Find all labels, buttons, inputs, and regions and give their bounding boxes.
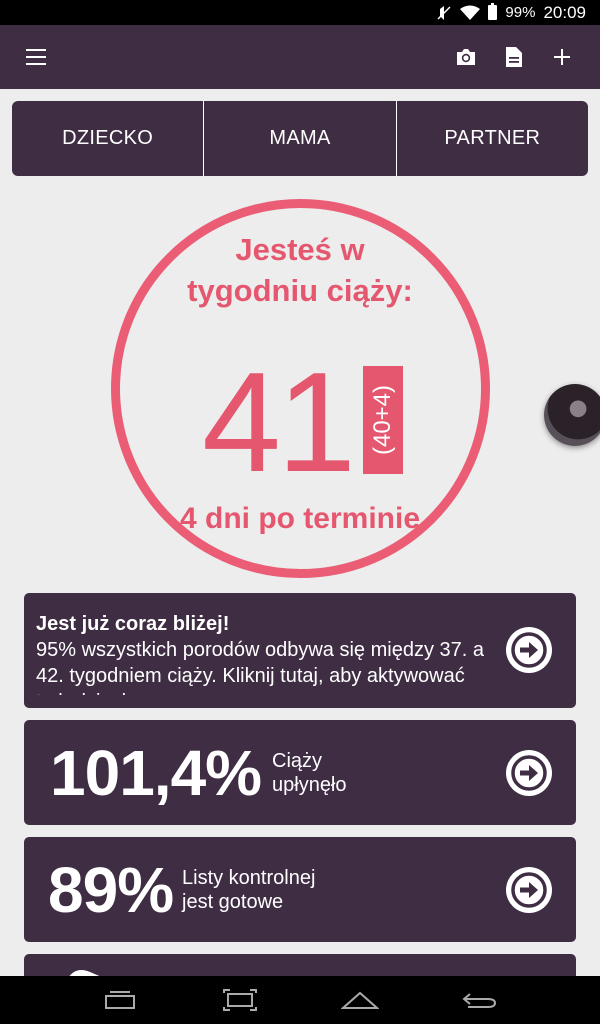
home-icon[interactable] <box>330 980 390 1020</box>
avatar[interactable] <box>544 384 600 446</box>
plus-icon[interactable] <box>542 37 582 77</box>
tab-dziecko[interactable]: DZIECKO <box>12 101 203 176</box>
label-line: Ciąży <box>272 749 323 772</box>
battery-level: 99% <box>505 4 536 21</box>
baby-mode-card[interactable]: Jest już coraz bliżej! 95% wszystkich po… <box>24 593 576 708</box>
back-icon[interactable] <box>450 980 510 1020</box>
week-badge: (40+4) <box>363 366 403 474</box>
card-text: 95% wszystkich porodów odbywa się między… <box>36 639 484 695</box>
document-icon[interactable] <box>494 37 534 77</box>
pregnancy-progress-label: Ciąży upłynęło <box>272 749 347 797</box>
arrow-right-icon[interactable] <box>506 750 552 796</box>
checklist-value: 89% <box>48 853 174 926</box>
card-title: Jest już coraz bliżej! <box>36 613 230 635</box>
pregnancy-progress-value: 101,4% <box>50 736 262 809</box>
recent-apps-icon[interactable] <box>90 980 150 1020</box>
week-title: Jesteś w tygodniu ciąży: <box>187 232 413 308</box>
week-badge-label: (40+4) <box>369 384 396 456</box>
tab-bar: DZIECKO MAMA PARTNER <box>12 101 588 176</box>
label-line: jest gotowe <box>182 890 284 913</box>
tab-mama[interactable]: MAMA <box>203 101 395 176</box>
checklist-card[interactable]: 89% Listy kontrolnej jest gotowe <box>24 837 576 942</box>
tab-partner[interactable]: PARTNER <box>395 101 588 176</box>
nav-bar <box>0 976 600 1024</box>
baby-mode-text: Jest już coraz bliżej! 95% wszystkich po… <box>36 611 501 695</box>
days-past-due: 4 dni po terminie <box>179 502 421 535</box>
menu-icon[interactable] <box>24 45 48 69</box>
checklist-label: Listy kontrolnej jest gotowe <box>182 866 315 914</box>
wifi-icon <box>460 5 481 21</box>
pregnancy-progress-card[interactable]: 101,4% Ciąży upłynęło <box>24 720 576 825</box>
battery-icon <box>488 3 498 20</box>
label-line: Listy kontrolnej <box>182 866 316 889</box>
camera-icon[interactable] <box>446 37 486 77</box>
mute-icon <box>436 5 452 21</box>
arrow-right-icon[interactable] <box>506 627 552 673</box>
week-number: 41 <box>202 343 356 502</box>
label-line: upłynęło <box>272 773 347 796</box>
arrow-right-icon[interactable] <box>506 867 552 913</box>
clock: 20:09 <box>543 2 586 22</box>
app-bar <box>0 25 600 89</box>
status-bar: 99% 20:09 <box>0 0 600 25</box>
screenshot-icon[interactable] <box>210 980 270 1020</box>
